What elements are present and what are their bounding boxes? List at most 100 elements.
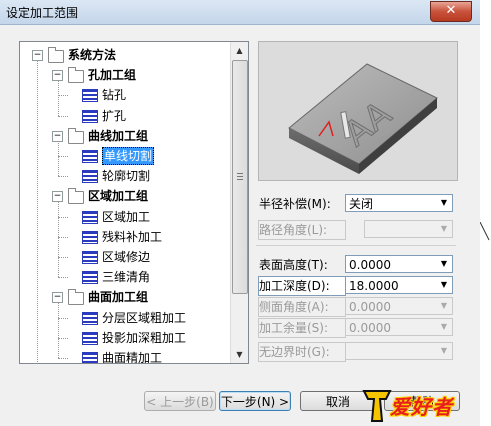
path-angle-label: 路径角度(L): [258, 220, 346, 240]
watermark-figure-icon [362, 390, 392, 422]
tree-connector [58, 216, 68, 218]
scroll-thumb[interactable] [232, 60, 248, 294]
tree-item-label: 轮廓切割 [102, 169, 151, 184]
tree-leaf-node[interactable]: 扩孔 [20, 106, 230, 126]
tree-connector [37, 60, 38, 363]
depth-label: 加工深度(D): [258, 276, 346, 296]
tree-connector [58, 140, 59, 177]
tree-item-label: 孔加工组 [88, 68, 137, 83]
tree-leaf-node[interactable]: 区域修边 [20, 247, 230, 267]
side-angle-input: 0.0000 ▼ [345, 297, 453, 315]
tree-leaf-node[interactable]: 钻孔 [20, 85, 230, 105]
tree-leaf-node[interactable]: 轮廓切割 [20, 166, 230, 186]
tree-item-label: 区域加工组 [88, 189, 149, 204]
toolpath-icon [82, 109, 98, 123]
surface-height-label: 表面高度(T): [259, 258, 328, 272]
tree-connector [58, 277, 68, 279]
tree-connector [58, 337, 68, 339]
tool-preview-image: AA [258, 41, 458, 181]
tree-leaf-node[interactable]: 单线切割 [20, 146, 230, 166]
no-boundary-label: 无边界时(G): [258, 342, 346, 362]
tree-item-label: 曲面精加工 [102, 351, 163, 364]
toolpath-icon [82, 170, 98, 184]
allowance-input: 0.0000 ▼ [345, 318, 453, 336]
toolpath-icon [82, 210, 98, 224]
title-bar[interactable]: 设定加工范围 ✕ [0, 0, 480, 25]
tree-connector [58, 201, 59, 278]
depth-input[interactable]: 18.0000 ▼ [345, 276, 453, 294]
watermark-logo: 爱好者 [360, 383, 490, 426]
tree-leaf-node[interactable]: 投影加深粗加工 [20, 328, 230, 348]
scroll-up-arrow-icon[interactable]: ▲ [231, 42, 248, 59]
chevron-down-icon[interactable]: ▼ [436, 195, 452, 211]
radius-comp-select[interactable]: 关闭 ▼ [345, 194, 453, 212]
group-divider [256, 245, 456, 246]
tree-connector [58, 115, 68, 117]
side-angle-value: 0.0000 [349, 300, 391, 314]
tree-leaf-node[interactable]: 曲面精加工 [20, 348, 230, 364]
tree-connector [58, 176, 68, 178]
tree-group-node[interactable]: − 孔加工组 [20, 65, 230, 85]
close-icon: ✕ [445, 3, 457, 18]
tree-item-label: 区域修边 [102, 250, 151, 264]
chevron-down-icon: ▼ [440, 224, 448, 233]
tree-item-label: 曲面加工组 [88, 290, 149, 305]
tree-leaf-node[interactable]: 分层区域粗加工 [20, 308, 230, 328]
tree-item-label: 三维清角 [102, 270, 151, 285]
prev-button: < 上一步(B) [144, 391, 216, 411]
tree-leaf-node[interactable]: 区域加工 [20, 207, 230, 227]
tree-item-label: 单线切割 [102, 147, 155, 165]
toolpath-icon [82, 271, 98, 285]
tree-connector [58, 80, 59, 116]
tree-item-label: 系统方法 [68, 48, 117, 62]
tree-scrollbar[interactable]: ▲ ▼ [230, 42, 248, 363]
radius-comp-value: 关闭 [349, 197, 374, 211]
chevron-down-icon: ▼ [440, 322, 448, 331]
watermark-text: 爱好者 [390, 395, 453, 419]
tree-group-node[interactable]: − 曲线加工组 [20, 126, 230, 146]
tree-item-label: 区域加工 [102, 209, 151, 224]
tree-connector [58, 156, 68, 157]
toolpath-icon [82, 352, 98, 363]
allowance-value: 0.0000 [349, 321, 391, 335]
toolpath-icon [82, 230, 98, 244]
tree-item-label: 扩孔 [102, 108, 127, 123]
folder-icon [68, 127, 84, 144]
path-angle-select: ▼ [364, 220, 453, 238]
tree-leaf-node[interactable]: 残料补加工 [20, 227, 230, 247]
chevron-down-icon: ▼ [440, 346, 448, 355]
surface-height-input[interactable]: 0.0000 ▼ [345, 255, 453, 273]
allowance-label: 加工余量(S): [258, 318, 346, 338]
tree-group-node[interactable]: − 区域加工组 [20, 186, 230, 206]
tree-item-label: 残料补加工 [102, 229, 163, 244]
folder-icon [48, 47, 64, 63]
toolpath-icon [82, 331, 98, 345]
tree-group-node[interactable]: − 系统方法 [20, 45, 230, 65]
tree-item-label: 投影加深粗加工 [102, 330, 187, 345]
tree-item-label: 钻孔 [102, 88, 127, 103]
depth-value: 18.0000 [349, 279, 399, 293]
side-angle-label: 侧面角度(A): [258, 297, 346, 317]
tree-connector [58, 302, 59, 358]
surface-height-value: 0.0000 [349, 258, 391, 272]
tree-connector [58, 95, 68, 97]
dialog-window: 设定加工范围 ✕ − 系统方法 − 孔加工组钻孔扩孔 − 曲线加工组 单线切割轮廓切割 − 区域… [0, 0, 480, 426]
tree-group-node[interactable]: − 曲面加工组 [20, 287, 230, 307]
method-tree[interactable]: − 系统方法 − 孔加工组钻孔扩孔 − 曲线加工组 单线切割轮廓切割 − 区域加工组区域加工残料… [19, 41, 249, 364]
window-title: 设定加工范围 [6, 6, 79, 20]
tree-leaf-node[interactable]: 三维清角 [20, 267, 230, 287]
engraving-block-illustration: AA [288, 63, 438, 174]
close-button[interactable]: ✕ [430, 1, 472, 22]
tree-connector [58, 236, 68, 238]
toolpath-icon [82, 311, 98, 325]
tree-connector [58, 358, 68, 359]
next-button[interactable]: 下一步(N) > [219, 391, 291, 411]
scroll-down-arrow-icon[interactable]: ▼ [231, 346, 248, 363]
radius-comp-label: 半径补偿(M): [259, 197, 331, 211]
chevron-down-icon[interactable]: ▼ [436, 277, 452, 293]
toolpath-icon [82, 251, 98, 264]
toolpath-icon [82, 150, 98, 163]
chevron-down-icon[interactable]: ▼ [436, 256, 452, 272]
cursor-icon [480, 222, 490, 241]
tree-connector [58, 317, 68, 319]
